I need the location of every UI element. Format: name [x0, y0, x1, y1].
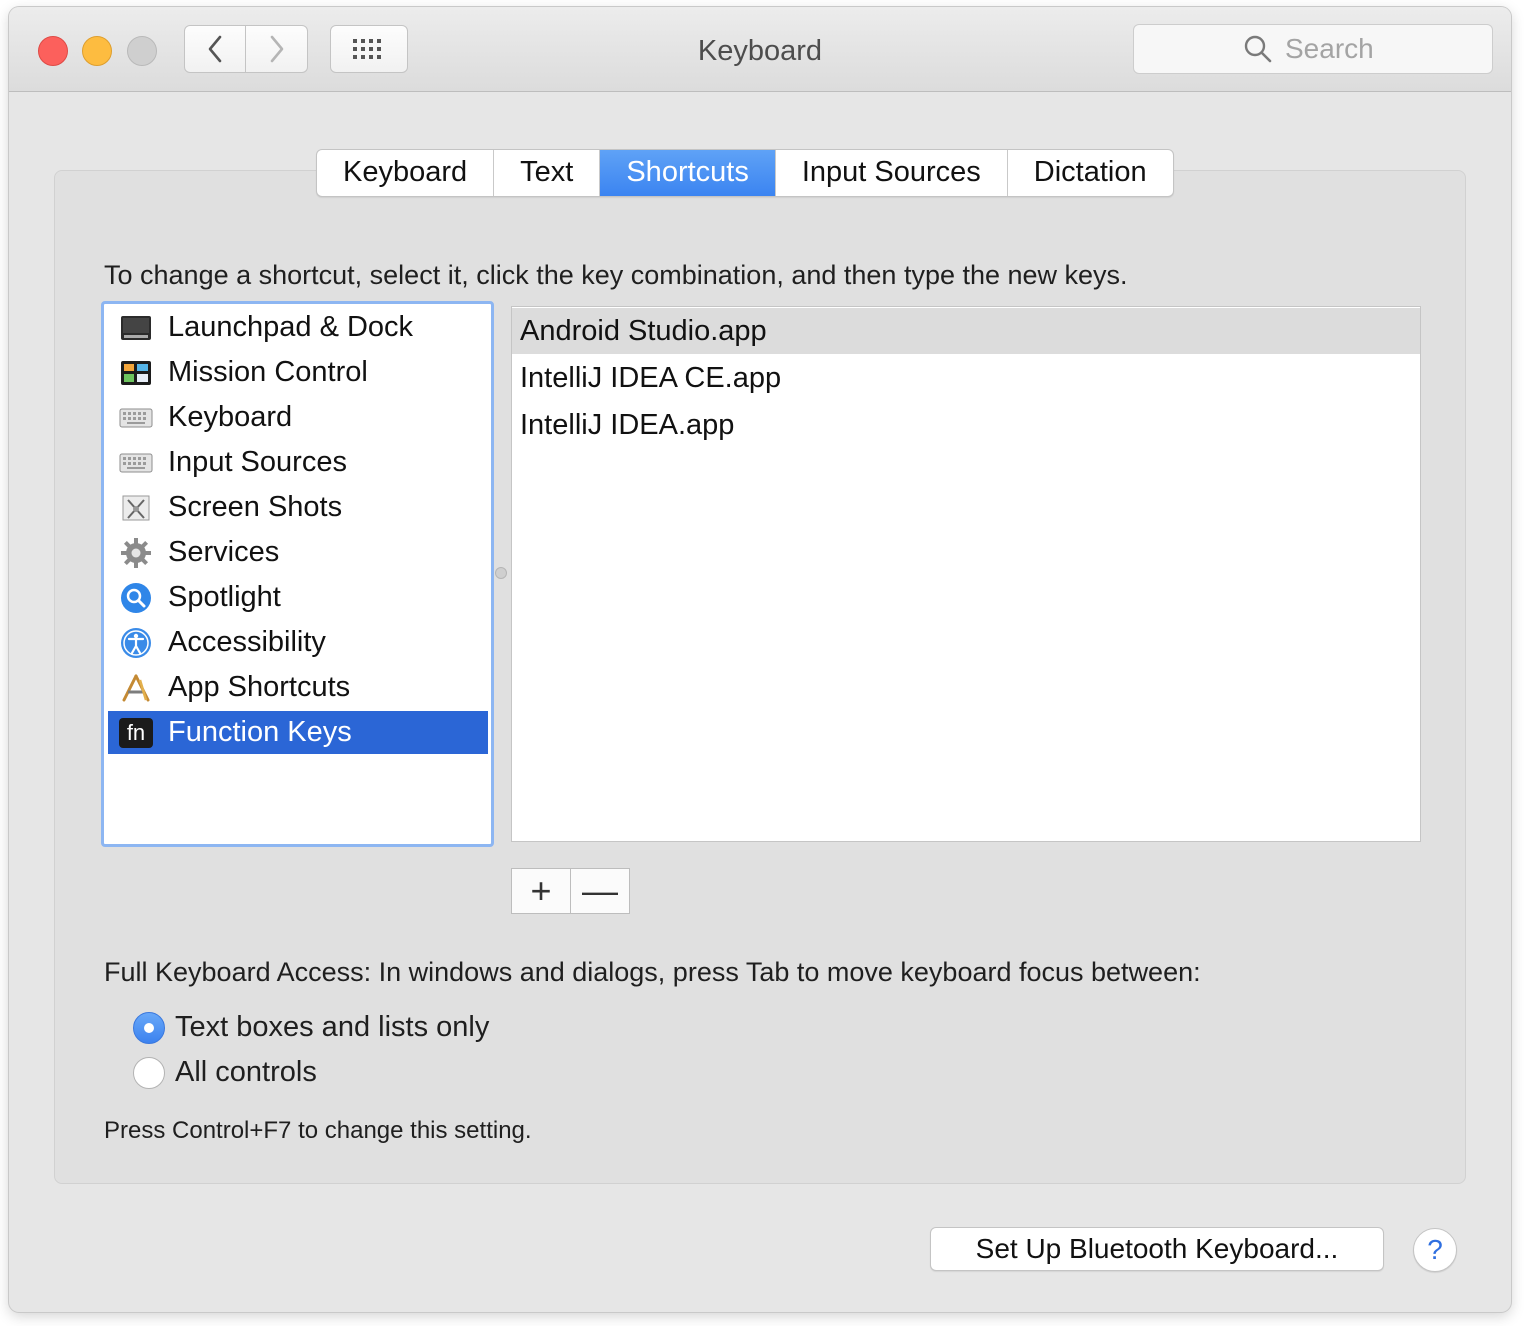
radio-text-boxes-lists[interactable]: Text boxes and lists only — [133, 1011, 489, 1044]
split-view-divider[interactable] — [495, 567, 507, 579]
radio-label: Text boxes and lists only — [175, 1011, 490, 1043]
fn-key-icon: fn — [118, 715, 154, 751]
remove-button[interactable]: — — [571, 869, 629, 913]
category-launchpad-dock[interactable]: Launchpad & Dock — [108, 306, 488, 349]
spotlight-icon — [118, 580, 154, 616]
mission-control-icon — [118, 355, 154, 391]
instruction-text: To change a shortcut, select it, click t… — [104, 260, 1128, 290]
category-services[interactable]: Services — [108, 531, 488, 574]
search-icon — [1244, 35, 1272, 63]
tab-bar: Keyboard Text Shortcuts Input Sources Di… — [316, 149, 1174, 197]
tab-input-sources[interactable]: Input Sources — [776, 150, 1008, 196]
keyboard-icon — [118, 445, 154, 481]
shortcut-category-list[interactable]: Launchpad & Dock Mission Control Keyboar… — [101, 301, 494, 847]
category-spotlight[interactable]: Spotlight — [108, 576, 488, 619]
category-label: Function Keys — [168, 716, 352, 748]
category-app-shortcuts[interactable]: App Shortcuts — [108, 666, 488, 709]
full-keyboard-access-label: Full Keyboard Access: In windows and dia… — [104, 957, 1201, 987]
tab-text[interactable]: Text — [494, 150, 601, 196]
accessibility-icon — [118, 625, 154, 661]
app-shortcuts-icon — [118, 670, 154, 706]
help-button[interactable]: ? — [1413, 1228, 1457, 1272]
add-button[interactable]: + — [512, 869, 571, 913]
search-field[interactable] — [1133, 24, 1493, 74]
launchpad-dock-icon — [118, 310, 154, 346]
radio-all-controls[interactable]: All controls — [133, 1056, 317, 1089]
keyboard-icon — [118, 400, 154, 436]
list-item[interactable]: Android Studio.app — [512, 308, 1420, 354]
category-label: Keyboard — [168, 401, 293, 433]
titlebar: Keyboard — [9, 7, 1511, 92]
gear-icon — [118, 535, 154, 571]
radio-button[interactable] — [133, 1056, 165, 1089]
tab-dictation[interactable]: Dictation — [1008, 150, 1173, 196]
control-f7-hint: Press Control+F7 to change this setting. — [104, 1117, 532, 1144]
radio-label: All controls — [175, 1056, 317, 1088]
search-input[interactable] — [1283, 32, 1383, 66]
screenshot-icon — [118, 490, 154, 526]
category-screen-shots[interactable]: Screen Shots — [108, 486, 488, 529]
category-label: Accessibility — [168, 626, 326, 658]
category-label: Screen Shots — [168, 491, 343, 523]
keyboard-preferences-window: Keyboard Keyboard Text Shortcuts Input S… — [9, 7, 1511, 1312]
category-accessibility[interactable]: Accessibility — [108, 621, 488, 664]
category-mission-control[interactable]: Mission Control — [108, 351, 488, 394]
category-input-sources[interactable]: Input Sources — [108, 441, 488, 484]
category-label: Input Sources — [168, 446, 347, 478]
list-item[interactable]: IntelliJ IDEA.app — [512, 402, 1420, 448]
category-label: Spotlight — [168, 581, 281, 613]
radio-button-selected[interactable] — [133, 1011, 165, 1044]
shortcut-app-list[interactable]: Android Studio.app IntelliJ IDEA CE.app … — [511, 306, 1421, 842]
category-label: Services — [168, 536, 280, 568]
tab-shortcuts[interactable]: Shortcuts — [600, 150, 776, 196]
category-keyboard[interactable]: Keyboard — [108, 396, 488, 439]
set-up-bluetooth-keyboard-button[interactable]: Set Up Bluetooth Keyboard... — [930, 1227, 1384, 1271]
list-item[interactable]: IntelliJ IDEA CE.app — [512, 355, 1420, 401]
category-label: Mission Control — [168, 356, 368, 388]
tab-keyboard[interactable]: Keyboard — [317, 150, 495, 196]
category-label: App Shortcuts — [168, 671, 351, 703]
list-controls: + — — [511, 868, 630, 914]
category-label: Launchpad & Dock — [168, 311, 414, 343]
category-function-keys[interactable]: fn Function Keys — [108, 711, 488, 754]
